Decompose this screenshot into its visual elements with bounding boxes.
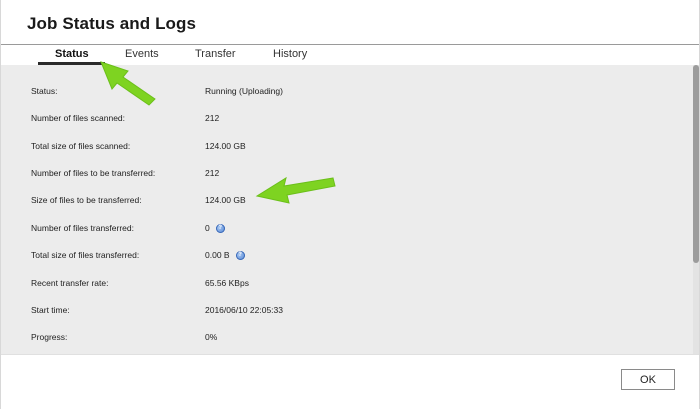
files-scanned-row: Number of files scanned: 212 (1, 110, 693, 130)
size-to-transfer-row: Size of files to be transferred: 124.00 … (1, 192, 693, 212)
status-panel: Status: Running (Uploading) Number of fi… (1, 65, 693, 354)
status-row: Status: Running (Uploading) (1, 83, 693, 103)
row-value: 124.00 GB (205, 195, 246, 205)
start-time-row: Start time: 2016/06/10 22:05:33 (1, 302, 693, 322)
row-value: Running (Uploading) (205, 86, 283, 96)
row-label: Progress: (31, 332, 68, 342)
status-value: Running (Uploading) (205, 86, 283, 96)
ok-button[interactable]: OK (621, 369, 675, 390)
row-value: 2016/06/10 22:05:33 (205, 305, 283, 315)
size-scanned-value: 124.00 GB (205, 141, 246, 151)
tab-events[interactable]: Events (125, 48, 159, 60)
files-scanned-value: 212 (205, 113, 220, 123)
footer-divider (1, 354, 699, 355)
row-value: 212 (205, 113, 219, 123)
size-to-transfer-value: 124.00 GB (205, 195, 246, 205)
row-value: 0.00 B? (205, 250, 245, 260)
row-label: Start time: (31, 305, 70, 315)
row-value: 65.56 KBps (205, 278, 249, 288)
row-label: Size of files to be transferred: (31, 195, 142, 205)
row-label: Status: (31, 86, 58, 96)
files-to-transfer-row: Number of files to be transferred: 212 (1, 165, 693, 185)
tab-history[interactable]: History (273, 48, 307, 60)
dialog-title: Job Status and Logs (27, 14, 197, 33)
progress-row: Progress: 0% (1, 329, 693, 349)
row-label: Number of files to be transferred: (31, 168, 156, 178)
transfer-rate-row: Recent transfer rate: 65.56 KBps (1, 275, 693, 295)
files-transferred-value: 0 (205, 223, 210, 233)
size-transferred-value: 0.00 B (205, 250, 230, 260)
progress-value: 0% (205, 332, 218, 342)
row-value: 124.00 GB (205, 141, 246, 151)
tab-bar: Status Events Transfer History (1, 44, 699, 66)
tab-transfer[interactable]: Transfer (195, 48, 236, 60)
size-transferred-row: Total size of files transferred: 0.00 B? (1, 247, 693, 267)
row-value: 212 (205, 168, 219, 178)
size-scanned-row: Total size of files scanned: 124.00 GB (1, 138, 693, 158)
row-value: 0% (205, 332, 217, 342)
row-label: Total size of files scanned: (31, 141, 131, 151)
scrollbar-thumb[interactable] (693, 65, 699, 263)
files-transferred-row: Number of files transferred: 0? (1, 220, 693, 240)
row-label: Recent transfer rate: (31, 278, 109, 288)
help-icon[interactable]: ? (235, 250, 245, 260)
vertical-scrollbar[interactable] (693, 65, 699, 354)
files-to-transfer-value: 212 (205, 168, 220, 178)
tab-status[interactable]: Status (55, 48, 89, 60)
row-label: Total size of files transferred: (31, 250, 140, 260)
row-value: 0? (205, 223, 225, 233)
start-time-value: 2016/06/10 22:05:33 (205, 305, 283, 315)
help-icon[interactable]: ? (215, 223, 225, 233)
transfer-rate-value: 65.56 KBps (205, 278, 249, 288)
row-label: Number of files scanned: (31, 113, 126, 123)
row-label: Number of files transferred: (31, 223, 134, 233)
job-status-dialog: Job Status and Logs Status Events Transf… (0, 0, 700, 409)
